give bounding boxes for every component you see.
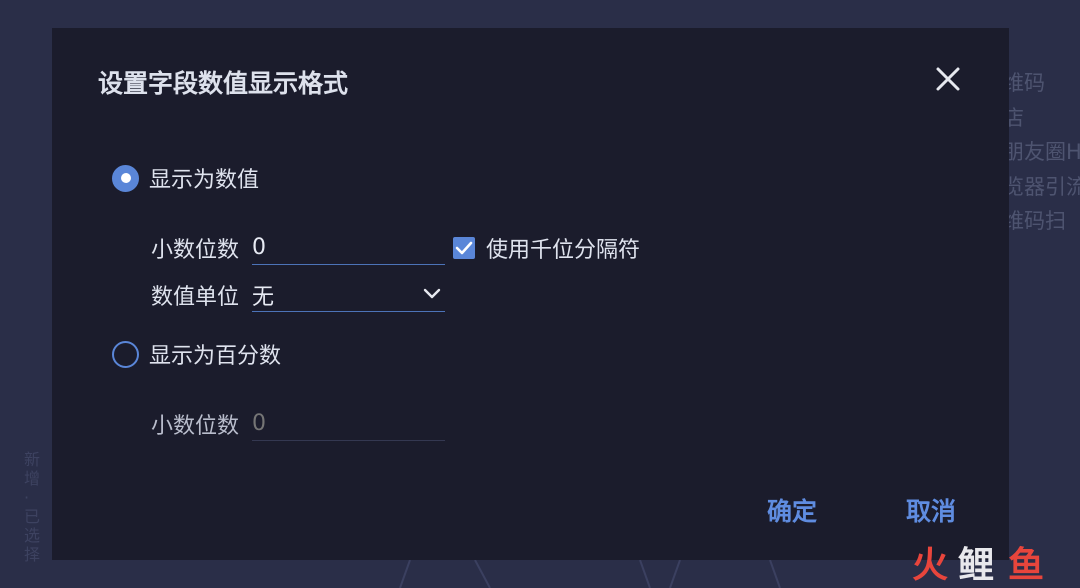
unit-select[interactable]: 无 [252,278,445,312]
close-button[interactable] [934,65,962,93]
radio-checked-icon [112,164,139,192]
radio-label-number: 显示为数值 [149,168,260,193]
background-list-item: 维码 [1003,71,1045,95]
radio-display-as-number[interactable]: 显示为数值 [112,162,259,194]
watermark-logo: 火 鲤 鱼 [912,545,1044,585]
thousands-separator-checkbox[interactable]: 使用千位分隔符 [453,232,640,264]
thousands-separator-label: 使用千位分隔符 [486,238,641,263]
svg-text:鱼: 鱼 [1008,545,1044,585]
radio-label-percent: 显示为百分数 [149,344,282,369]
cancel-button[interactable]: 取消 [906,492,956,528]
decimals-input[interactable] [252,231,445,265]
background-list-item: 朋友圈H [1003,140,1080,164]
confirm-button[interactable]: 确定 [767,492,817,528]
checkbox-checked-icon [453,237,475,259]
chevron-down-icon [423,288,441,299]
percent-decimals-label: 小数位数 [151,414,240,439]
dialog-title: 设置字段数值显示格式 [98,69,349,98]
background-list: 维码 店 朋友圈H 览器引流 维码扫 [1003,66,1080,239]
background-vertical-text: 新增·已选择 [24,450,41,564]
unit-label: 数值单位 [151,285,240,310]
radio-unchecked-icon [112,340,139,368]
background-decoration [399,560,781,588]
background-list-item: 店 [1003,105,1024,130]
close-icon [936,67,960,91]
decimals-label: 小数位数 [151,238,240,263]
percent-decimals-input[interactable] [252,407,445,441]
svg-text:鲤: 鲤 [958,545,994,585]
radio-display-as-percent[interactable]: 显示为百分数 [112,338,281,370]
svg-text:火: 火 [912,545,948,585]
background-list-item: 维码扫 [1003,209,1066,233]
background-list-item: 览器引流 [1003,174,1080,199]
unit-select-value: 无 [252,285,275,310]
format-dialog: 设置字段数值显示格式 显示为数值 小数位数 使用千位分隔符 数值单位 无 显示为… [52,28,1009,560]
